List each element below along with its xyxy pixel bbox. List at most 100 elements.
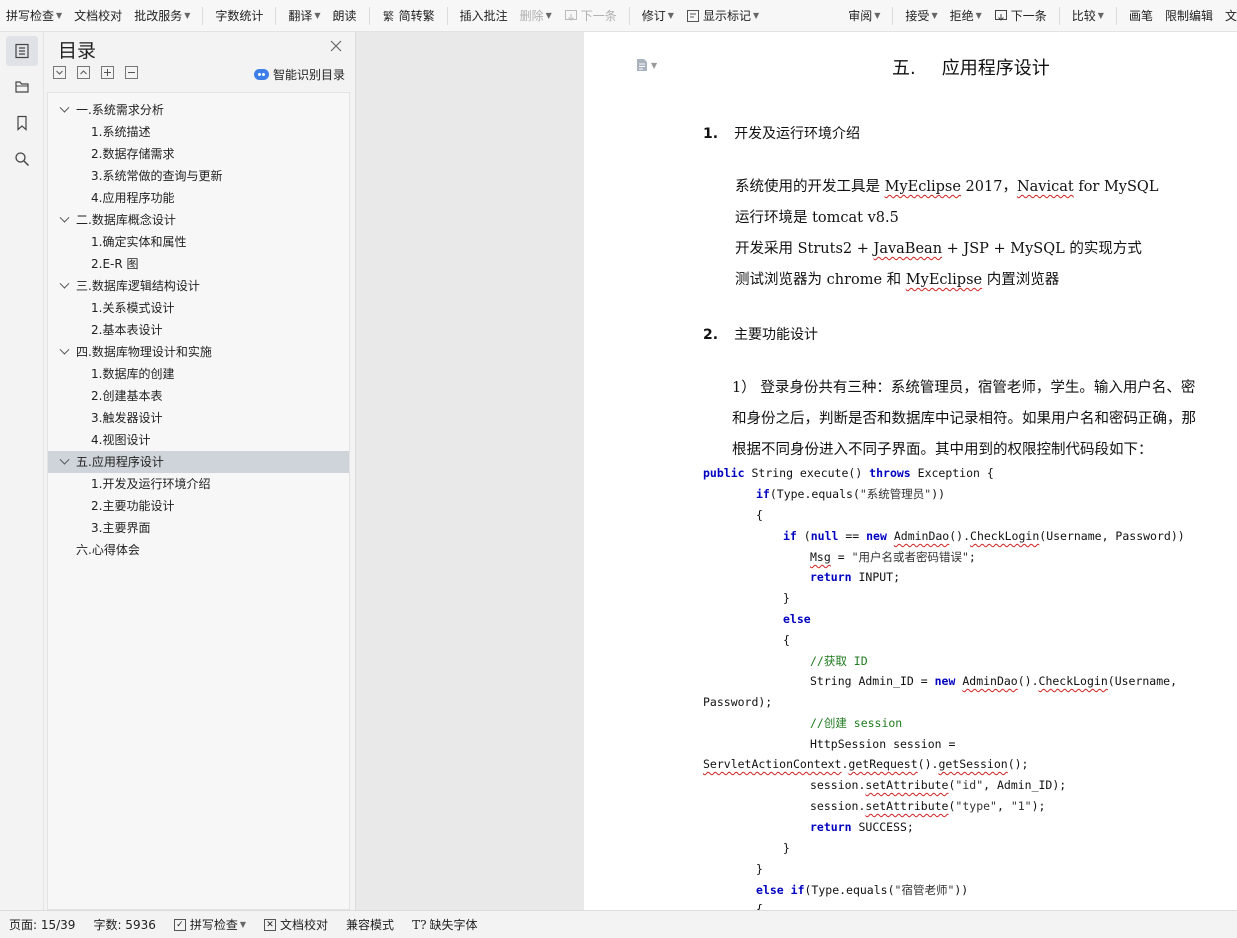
code-line: } xyxy=(783,841,790,855)
toc-toolbar xyxy=(53,66,138,79)
toc-subheading-item[interactable]: 2.主要功能设计 xyxy=(48,495,349,517)
chevron-down-icon[interactable] xyxy=(59,102,70,113)
toc-subheading-item[interactable]: 2.数据存储需求 xyxy=(48,143,349,165)
page-indicator[interactable]: 页面: 15/39 xyxy=(9,916,75,933)
toc-subheading-item[interactable]: 1.关系模式设计 xyxy=(48,297,349,319)
toc-heading-item[interactable]: 一.系统需求分析 xyxy=(48,99,349,121)
toc-heading-item[interactable]: 六.心得体会 xyxy=(48,539,349,561)
compare-button[interactable]: 比较 ▼ xyxy=(1066,4,1110,28)
show-markup-button[interactable]: 显示标记 ▼ xyxy=(680,4,765,28)
delete-comment-button[interactable]: 删除 ▼ xyxy=(514,4,558,28)
pen-button[interactable]: 画笔 xyxy=(1123,4,1159,28)
code-line: return SUCCESS; xyxy=(810,820,914,834)
toc-subheading-item[interactable]: 2.E-R 图 xyxy=(48,253,349,275)
next-comment-icon xyxy=(564,9,577,21)
chevron-down-icon[interactable] xyxy=(59,454,70,465)
chevron-down-icon[interactable] xyxy=(59,344,70,355)
toc-heading-item[interactable]: 四.数据库物理设计和实施 xyxy=(48,341,349,363)
toc-subheading-item[interactable]: 2.基本表设计 xyxy=(48,319,349,341)
toc-subheading-item[interactable]: 4.视图设计 xyxy=(48,429,349,451)
toc-panel-button[interactable] xyxy=(6,36,38,66)
toc-subheading-item[interactable]: 3.主要界面 xyxy=(48,517,349,539)
status-spell-check-button[interactable]: ✓ 拼写检查 ▼ xyxy=(173,916,246,933)
toolbar-divider xyxy=(892,6,894,25)
chevron-down-icon[interactable] xyxy=(59,212,70,223)
toc-heading-item[interactable]: 二.数据库概念设计 xyxy=(48,209,349,231)
next-change-button[interactable]: 下一条 xyxy=(988,4,1053,28)
section-heading-env: 1. 开发及运行环境介绍 xyxy=(703,126,861,142)
toc-subheading-item[interactable]: 1.开发及运行环境介绍 xyxy=(48,473,349,495)
toc-item-label: 2.主要功能设计 xyxy=(91,499,175,513)
remove-heading-button[interactable] xyxy=(125,66,138,79)
code-line: ServletActionContext.getRequest().getSes… xyxy=(703,757,1029,771)
toc-heading-item[interactable]: 三.数据库逻辑结构设计 xyxy=(48,275,349,297)
chevron-up-icon xyxy=(80,70,87,75)
missing-fonts-button[interactable]: T? 缺失字体 xyxy=(412,916,477,933)
bookmark-panel-button[interactable] xyxy=(6,108,38,138)
review-button[interactable]: 审阅 ▼ xyxy=(842,4,886,28)
search-panel-button[interactable] xyxy=(6,144,38,174)
smart-toc-button[interactable]: 智能识别目录 xyxy=(254,66,345,83)
caret-down-icon: ▼ xyxy=(975,11,982,20)
doc-rights-button[interactable]: 文 xyxy=(1219,4,1237,28)
toc-subheading-item[interactable]: 3.触发器设计 xyxy=(48,407,349,429)
next-comment-button[interactable]: 下一条 xyxy=(558,4,623,28)
read-aloud-button[interactable]: 朗读 xyxy=(327,4,363,28)
toc-item-label: 二.数据库概念设计 xyxy=(76,213,176,227)
toc-subheading-item[interactable]: 3.系统常做的查询与更新 xyxy=(48,165,349,187)
reject-button[interactable]: 拒绝 ▼ xyxy=(944,4,988,28)
code-line: HttpSession session = xyxy=(810,737,956,751)
translate-button[interactable]: 翻译 ▼ xyxy=(282,4,326,28)
env-line-2: 运行环境是 tomcat v8.5 xyxy=(735,210,899,226)
sections-panel-button[interactable] xyxy=(6,72,38,102)
caret-down-icon: ▼ xyxy=(752,11,760,20)
doc-menu-button[interactable]: ▼ xyxy=(636,58,657,72)
word-count-button[interactable]: 字数统计 xyxy=(209,4,269,28)
toc-subheading-item[interactable]: 1.数据库的创建 xyxy=(48,363,349,385)
caret-down-icon: ▼ xyxy=(314,11,321,20)
simplified-to-traditional-button[interactable]: 繁 简转繁 xyxy=(376,4,441,28)
toc-item-label: 1.数据库的创建 xyxy=(91,367,175,381)
correction-service-button[interactable]: 批改服务 ▼ xyxy=(128,4,196,28)
document-page[interactable]: ▼ 五. 应用程序设计 1. 开发及运行环境介绍 系统使用的开发工具是 MyEcli… xyxy=(584,32,1237,910)
spell-check-button[interactable]: 拼写检查 ▼ xyxy=(0,4,68,28)
track-changes-button[interactable]: 修订 ▼ xyxy=(636,4,680,28)
toc-item-label: 四.数据库物理设计和实施 xyxy=(76,345,212,359)
toc-subheading-item[interactable]: 1.系统描述 xyxy=(48,121,349,143)
word-count-indicator[interactable]: 字数: 5936 xyxy=(93,916,155,933)
toc-item-label: 4.应用程序功能 xyxy=(91,191,175,205)
toc-item-label: 一.系统需求分析 xyxy=(76,103,164,117)
search-icon xyxy=(15,152,30,167)
chevron-down-icon[interactable] xyxy=(59,278,70,289)
toc-subheading-item[interactable]: 2.创建基本表 xyxy=(48,385,349,407)
restrict-editing-button[interactable]: 限制编辑 xyxy=(1159,4,1219,28)
insert-comment-button[interactable]: 插入批注 xyxy=(454,4,514,28)
toolbar-divider xyxy=(628,6,630,25)
code-line: else if(Type.equals("宿管老师")) xyxy=(756,883,969,897)
code-line: } xyxy=(783,591,790,605)
caret-down-icon: ▼ xyxy=(545,11,552,20)
folder-sections-icon xyxy=(15,81,29,93)
chevron-down-icon xyxy=(56,70,63,75)
doc-proof-button[interactable]: 文档校对 xyxy=(68,4,128,28)
toolbar-divider xyxy=(1115,6,1117,25)
toc-item-label: 3.触发器设计 xyxy=(91,411,163,425)
toc-heading-item[interactable]: 五.应用程序设计 xyxy=(48,451,349,473)
code-line: if (null == new AdminDao().CheckLogin(Us… xyxy=(783,529,1185,543)
code-line: return INPUT; xyxy=(810,570,901,584)
toc-subheading-item[interactable]: 1.确定实体和属性 xyxy=(48,231,349,253)
env-line-4: 测试浏览器为 chrome 和 MyEclipse 内置浏览器 xyxy=(735,272,1060,288)
func-line-3: 根据不同身份进入不同子界面。其中用到的权限控制代码段如下： xyxy=(732,442,1153,458)
add-heading-button[interactable] xyxy=(101,66,114,79)
caret-down-icon: ▼ xyxy=(667,11,674,20)
status-doc-proof-button[interactable]: ✕ 文档校对 xyxy=(264,916,328,933)
accept-button[interactable]: 接受 ▼ xyxy=(899,4,943,28)
code-line: Password); xyxy=(703,695,773,709)
collapse-all-button[interactable] xyxy=(77,66,90,79)
close-icon[interactable] xyxy=(330,40,342,52)
expand-all-button[interactable] xyxy=(53,66,66,79)
toc-subheading-item[interactable]: 4.应用程序功能 xyxy=(48,187,349,209)
caret-down-icon: ▼ xyxy=(931,11,938,20)
code-line: session.setAttribute("type", "1"); xyxy=(810,799,1046,813)
env-line-1: 系统使用的开发工具是 MyEclipse 2017，Navicat for My… xyxy=(735,179,1159,195)
